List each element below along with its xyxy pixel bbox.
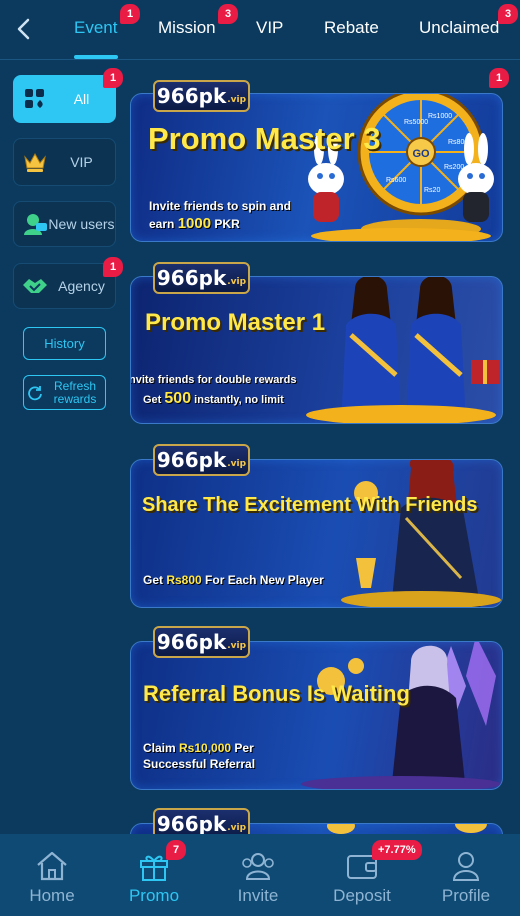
banner-subtitle-line: Claim Rs10,000 Per [143, 741, 254, 755]
tab-unclaimed-badge: 3 [498, 4, 518, 24]
nav-profile[interactable]: Profile [414, 834, 518, 916]
crystal-queen-icon [301, 642, 501, 789]
tab-vip[interactable]: VIP [256, 18, 283, 38]
chevron-left-icon [17, 18, 30, 40]
tab-unclaimed[interactable]: Unclaimed [419, 18, 499, 38]
nav-label: Home [29, 886, 75, 905]
nav-label: Invite [237, 886, 279, 905]
nav-label: Deposit [333, 886, 391, 905]
promo-banner-referral-bonus[interactable]: Referral Bonus Is Waiting Claim Rs10,000… [130, 641, 503, 790]
sidebar-item-agency[interactable]: Agency [13, 263, 116, 309]
user-chat-icon [22, 211, 48, 237]
banner-subtitle-line: Get 500 instantly, no limit [143, 389, 284, 407]
nav-home[interactable]: Home [0, 834, 104, 916]
banner-subtitle-line: Invite friends to spin and [149, 199, 292, 213]
brand-logo: 966pk .vip [153, 626, 250, 658]
banner-title: Promo Master 3 [148, 121, 381, 156]
banner-title: Referral Bonus Is Waiting [143, 681, 410, 706]
tab-rebate[interactable]: Rebate [324, 18, 379, 38]
banner-badge: 1 [489, 68, 509, 88]
brand-logo: 966pk .vip [153, 262, 250, 294]
banner-subtitle: Invite friends to spin and earn 1000 PKR [149, 198, 291, 234]
sidebar-item-label: Agency [58, 277, 105, 294]
nav-promo-badge: 7 [166, 840, 186, 860]
banner-subtitle-line: Successful Referral [143, 757, 256, 772]
invite-icon [240, 848, 276, 884]
banner-subtitle: nvite friends for double rewards Get 500… [130, 373, 297, 409]
tab-event[interactable]: Event [74, 18, 117, 38]
nav-label: Promo [128, 886, 180, 905]
sidebar-item-vip[interactable]: VIP [13, 138, 116, 186]
banner-subtitle-line: Get Rs800 For Each New Player [143, 573, 324, 587]
sidebar-item-label: All [73, 90, 90, 107]
tab-mission-badge: 3 [218, 4, 238, 24]
grid-icon [22, 86, 48, 112]
tab-event-badge: 1 [120, 4, 140, 24]
banner-subtitle-line: earn 1000 PKR [149, 215, 240, 233]
refresh-icon [28, 385, 42, 400]
handshake-icon [22, 273, 48, 299]
tab-mission[interactable]: Mission [158, 18, 216, 38]
refresh-rewards-button[interactable]: Refresh rewards [23, 375, 106, 410]
sidebar-item-all[interactable]: All [13, 75, 116, 123]
sidebar-item-label: New users [48, 215, 115, 232]
refresh-rewards-label: Refresh rewards [53, 378, 97, 406]
history-button[interactable]: History [23, 327, 106, 360]
active-tab-indicator [74, 55, 118, 59]
profile-icon [448, 848, 484, 884]
back-button[interactable] [8, 14, 38, 44]
wheel-prize-label: Rs1000 [428, 113, 452, 120]
nav-invite[interactable]: Invite [206, 834, 310, 916]
sidebar-item-new-users[interactable]: New users [13, 201, 116, 247]
brand-logo: 966pk .vip [153, 444, 250, 476]
home-icon [34, 848, 70, 884]
top-tab-bar: Event 1 Mission 3 VIP Rebate Unclaimed 3 [0, 0, 520, 60]
women-in-saree-icon [306, 277, 499, 423]
banner-subtitle-line: nvite friends for double rewards [130, 374, 297, 386]
sidebar-item-label: VIP [70, 153, 93, 170]
promo-banner-master-3[interactable]: GO Rs5000 Rs1000 Rs800 Rs200 Rs20 Rs600 … [130, 93, 503, 242]
bottom-navigation: Home Promo 7 Invite Deposit +7.77% Profi… [0, 834, 520, 916]
nav-label: Profile [441, 886, 491, 905]
sidebar-all-badge: 1 [103, 68, 123, 88]
banner-title: Share The Excitement With Friends [142, 494, 478, 516]
banner-subtitle: Get Rs800 For Each New Player [143, 572, 324, 588]
banner-subtitle: Claim Rs10,000 Per Successful Referral [143, 740, 255, 772]
promo-banner-share-excitement[interactable]: Share The Excitement With Friends Get Rs… [130, 459, 503, 608]
promo-banner-master-1[interactable]: Promo Master 1 nvite friends for double … [130, 276, 503, 424]
sidebar-agency-badge: 1 [103, 257, 123, 277]
crown-icon [22, 149, 48, 175]
brand-logo: 966pk .vip [153, 80, 250, 112]
red-haired-woman-icon [341, 460, 501, 607]
banner-title: Promo Master 1 [145, 309, 326, 336]
nav-promo[interactable]: Promo [102, 834, 206, 916]
